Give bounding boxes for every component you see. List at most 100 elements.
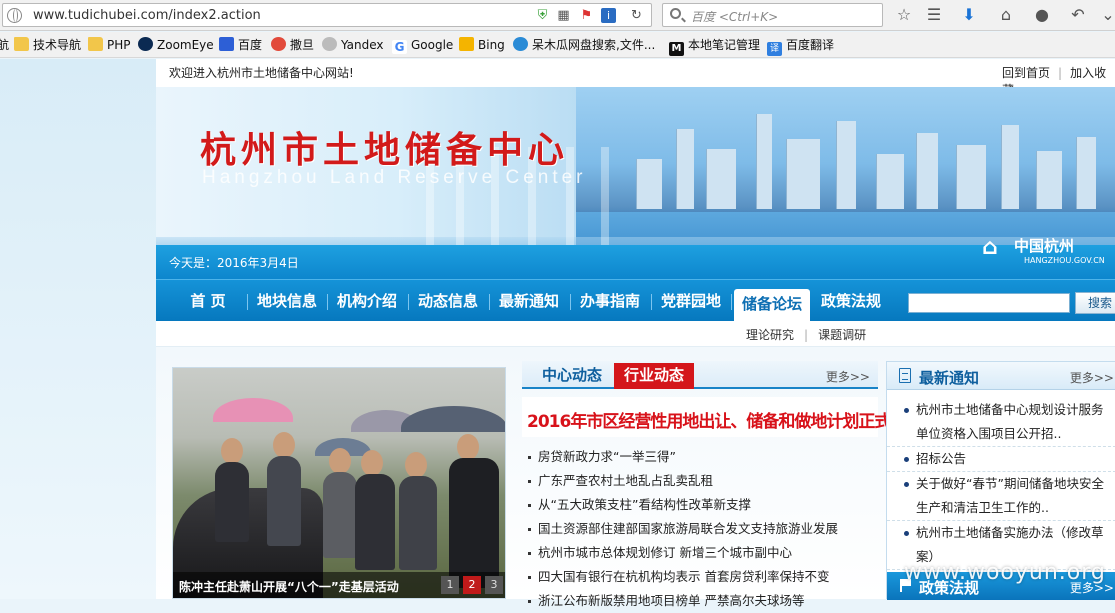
download-icon[interactable]: ⬇ bbox=[959, 5, 979, 25]
today-date: 今天是：2016年3月4日 bbox=[169, 256, 299, 270]
bookmark-item[interactable]: 译百度翻译 bbox=[767, 37, 834, 56]
list-item[interactable]: 招标公告 bbox=[887, 447, 1115, 472]
list-item[interactable]: 房贷新政力求“一举三得” bbox=[522, 445, 878, 469]
nav-forum[interactable]: 储备论坛 bbox=[734, 289, 810, 322]
slideshow-pager: 123 bbox=[437, 576, 503, 594]
notice-title: 最新通知 bbox=[919, 369, 980, 387]
star-icon[interactable]: ☆ bbox=[894, 5, 914, 25]
hangzhou-logo-icon: ⌂ bbox=[982, 235, 998, 260]
globe-icon bbox=[7, 8, 22, 23]
m-icon: M bbox=[669, 42, 684, 56]
notice-more-link[interactable]: 更多>> bbox=[1070, 369, 1114, 386]
main-nav: 首 页 地块信息 机构介绍 动态信息 最新通知 办事指南 党群园地 储备论坛 政… bbox=[156, 279, 1115, 322]
list-item[interactable]: 杭州市土地储备中心规划设计服务单位资格入围项目公开招.. bbox=[887, 398, 1115, 447]
yandex-globe-icon bbox=[322, 37, 337, 51]
browser-toolbar: www.tudichubei.com/index2.action ⛨ ▦ ⚑ i… bbox=[0, 0, 1115, 31]
photo-caption[interactable]: 陈冲主任赴萧山开展“八个一”走基层活动 bbox=[179, 578, 399, 595]
info-icon[interactable]: i bbox=[601, 8, 616, 23]
photo-slideshow[interactable]: 陈冲主任赴萧山开展“八个一”走基层活动 123 bbox=[172, 367, 506, 599]
bookmark-item[interactable]: 百度 bbox=[219, 37, 262, 53]
nav-guide[interactable]: 办事指南 bbox=[577, 280, 643, 322]
list-item[interactable]: 关于做好“春节”期间储备地块安全生产和清洁卫生工作的.. bbox=[887, 472, 1115, 521]
list-item[interactable]: 从“五大政策支柱”看结构性改革新支撑 bbox=[522, 493, 878, 517]
watermark: www.wooyun.org bbox=[904, 560, 1106, 585]
bookmark-item[interactable]: 航 bbox=[0, 37, 9, 53]
shield-check-icon[interactable]: ⛨ bbox=[535, 8, 550, 23]
news-headline: 2016年市区经营性用地出让、储备和做地计划正式启动 bbox=[522, 397, 923, 437]
shodan-icon bbox=[271, 37, 286, 51]
list-item[interactable]: 国土资源部住建部国家旅游局联合发文支持旅游业发展 bbox=[522, 517, 878, 541]
headline-link[interactable]: 2016年市区经营性用地出让、储备和做地计划正式启动 bbox=[527, 407, 923, 432]
nav-about[interactable]: 机构介绍 bbox=[334, 280, 400, 322]
bookmark-item[interactable]: ZoomEye bbox=[138, 37, 214, 53]
tab-industry-news[interactable]: 行业动态 bbox=[614, 363, 695, 389]
nav-party[interactable]: 党群园地 bbox=[658, 280, 724, 322]
bookmarks-bar: 航 技术导航 PHP ZoomEye 百度 撒旦 Yandex G Google … bbox=[0, 32, 1115, 58]
reading-list-icon[interactable]: ☰ bbox=[924, 5, 944, 25]
subnav-theory[interactable]: 理论研究 bbox=[746, 328, 794, 342]
site-search-button[interactable]: 搜索 bbox=[1075, 292, 1115, 314]
site-topbar: 欢迎进入杭州市土地储备中心网站! 回到首页|加入收藏 bbox=[156, 59, 1115, 97]
bookmark-item[interactable]: Bing bbox=[459, 37, 505, 53]
hangzhou-gov-logo[interactable]: ⌂ 中国杭州 HANGZHOU.GOV.CN bbox=[982, 235, 1105, 265]
address-bar[interactable]: www.tudichubei.com/index2.action ⛨ ▦ ⚑ i… bbox=[2, 3, 652, 27]
papaya-icon bbox=[513, 37, 528, 51]
site-title: 杭州市土地储备中心 bbox=[200, 129, 570, 171]
nav-notices[interactable]: 最新通知 bbox=[496, 280, 562, 322]
news-panel: 中心动态 行业动态 更多>> 2016年市区经营性用地出让、储备和做地计划正式启… bbox=[522, 361, 923, 608]
news-list: 房贷新政力求“一举三得” 广东严查农村土地乱占乱卖乱租 从“五大政策支柱”看结构… bbox=[522, 445, 878, 613]
folder-icon bbox=[14, 37, 29, 51]
date-bar: 今天是：2016年3月4日 bbox=[156, 245, 1115, 279]
browser-search[interactable]: 百度 <Ctrl+K> bbox=[662, 3, 883, 27]
document-icon bbox=[899, 368, 911, 383]
address-url[interactable]: www.tudichubei.com/index2.action bbox=[33, 8, 261, 23]
bookmark-item[interactable]: G Google bbox=[392, 37, 453, 54]
nav-parcel-info[interactable]: 地块信息 bbox=[254, 280, 320, 322]
pager-button[interactable]: 1 bbox=[441, 576, 459, 594]
search-icon bbox=[670, 8, 681, 19]
bookmark-item[interactable]: 撒旦 bbox=[271, 37, 314, 53]
home-link[interactable]: 回到首页 bbox=[1002, 66, 1050, 80]
bookmark-item[interactable]: Yandex bbox=[322, 37, 384, 53]
list-item[interactable]: 浙江公布新版禁用地项目榜单 严禁高尔夫球场等 bbox=[522, 589, 878, 613]
pager-button-active[interactable]: 2 bbox=[463, 576, 481, 594]
chevron-down-icon[interactable]: ⌄ bbox=[1098, 5, 1115, 25]
translate-icon: 译 bbox=[767, 42, 782, 56]
news-more-link[interactable]: 更多>> bbox=[826, 368, 870, 385]
notice-header: 最新通知 更多>> bbox=[887, 362, 1115, 390]
pager-button[interactable]: 3 bbox=[485, 576, 503, 594]
site-search-input[interactable] bbox=[908, 293, 1070, 313]
reload-icon[interactable]: ↻ bbox=[629, 8, 644, 23]
news-tabs: 中心动态 行业动态 更多>> bbox=[522, 361, 878, 389]
notice-list: 杭州市土地储备中心规划设计服务单位资格入围项目公开招.. 招标公告 关于做好“春… bbox=[887, 398, 1115, 570]
list-item[interactable]: 广东严查农村土地乱占乱卖乱租 bbox=[522, 469, 878, 493]
site-subtitle: Hangzhou Land Reserve Center bbox=[202, 167, 587, 188]
bookmark-item[interactable]: M 本地笔记管理 bbox=[669, 37, 760, 56]
nav-policy[interactable]: 政策法规 bbox=[818, 280, 884, 322]
sub-nav: 理论研究 | 课题调研 bbox=[156, 321, 1115, 347]
bookmark-item[interactable]: PHP bbox=[88, 37, 131, 53]
zoomeye-icon bbox=[138, 37, 153, 51]
home-icon[interactable]: ⌂ bbox=[996, 5, 1016, 25]
nav-news[interactable]: 动态信息 bbox=[415, 280, 481, 322]
baidu-paw-icon bbox=[219, 37, 234, 51]
list-item[interactable]: 杭州市城市总体规划修订 新增三个城市副中心 bbox=[522, 541, 878, 565]
search-placeholder: 百度 <Ctrl+K> bbox=[691, 10, 779, 24]
back-icon[interactable]: ↶ bbox=[1068, 5, 1088, 25]
folder-icon bbox=[88, 37, 103, 51]
news-photo bbox=[173, 368, 505, 598]
bookmark-item[interactable]: 呆木瓜网盘搜索,文件... bbox=[513, 37, 655, 53]
bookmark-item[interactable]: 技术导航 bbox=[14, 37, 81, 53]
tab-center-news[interactable]: 中心动态 bbox=[532, 363, 612, 389]
welcome-text: 欢迎进入杭州市土地储备中心网站! bbox=[169, 66, 354, 80]
site-banner: 杭州市土地储备中心 Hangzhou Land Reserve Center 今… bbox=[156, 87, 1115, 279]
subnav-research[interactable]: 课题调研 bbox=[818, 328, 866, 342]
bing-icon bbox=[459, 37, 474, 51]
flag-icon[interactable]: ⚑ bbox=[579, 8, 594, 23]
nav-home[interactable]: 首 页 bbox=[178, 280, 238, 322]
photo-caption-bar: 陈冲主任赴萧山开展“八个一”走基层活动 123 bbox=[173, 572, 505, 598]
chat-icon[interactable]: ● bbox=[1032, 5, 1052, 25]
qr-code-icon[interactable]: ▦ bbox=[556, 8, 571, 23]
list-item[interactable]: 四大国有银行在杭机构均表示 首套房贷利率保持不变 bbox=[522, 565, 878, 589]
website: 欢迎进入杭州市土地储备中心网站! 回到首页|加入收藏 杭州市土地储备中心 bbox=[156, 59, 1115, 608]
